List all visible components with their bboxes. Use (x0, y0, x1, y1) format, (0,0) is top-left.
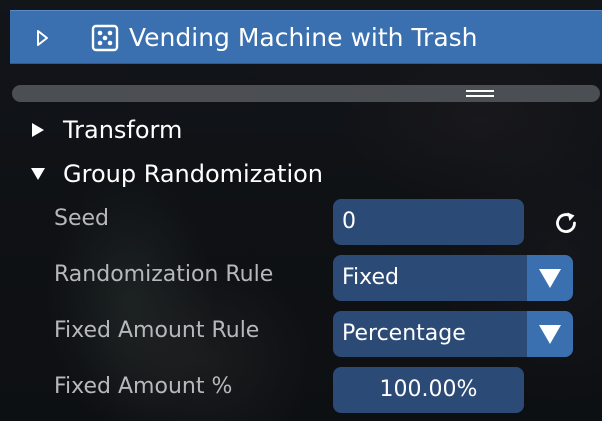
chevron-down-icon (539, 325, 561, 344)
fixed-amount-percent-field[interactable]: 100.00% (333, 367, 524, 413)
dropdown-value: Percentage (342, 321, 466, 346)
expand-triangle-icon[interactable] (36, 29, 50, 47)
dice-icon (90, 23, 120, 53)
object-title: Vending Machine with Trash (129, 23, 478, 52)
seed-field[interactable] (333, 199, 524, 245)
tree-item-label: Group Randomization (63, 160, 324, 188)
caret-right-icon[interactable] (30, 122, 46, 138)
object-header[interactable]: Vending Machine with Trash (10, 10, 602, 64)
dropdown-arrow-button[interactable] (527, 255, 573, 301)
fixed-amount-rule-dropdown[interactable]: Percentage (333, 311, 573, 357)
dropdown-arrow-button[interactable] (527, 311, 573, 357)
chevron-down-icon (539, 269, 561, 288)
tree-item-transform[interactable]: Transform (0, 110, 300, 150)
fixed-amount-percent-value[interactable]: 100.00% (333, 367, 524, 413)
tree-item-group-randomization[interactable]: Group Randomization (0, 154, 400, 194)
caret-down-icon[interactable] (30, 166, 46, 182)
panel-splitter[interactable] (12, 85, 600, 102)
drag-handle-icon[interactable] (466, 90, 494, 98)
fixed-amount-percent-label: Fixed Amount % (54, 374, 233, 399)
seed-label: Seed (54, 206, 109, 231)
refresh-icon[interactable] (552, 209, 580, 237)
fixed-amount-rule-label: Fixed Amount Rule (54, 318, 260, 343)
randomization-rule-dropdown[interactable]: Fixed (333, 255, 573, 301)
randomization-rule-label: Randomization Rule (54, 262, 274, 287)
seed-input[interactable] (342, 199, 512, 245)
dropdown-value: Fixed (342, 265, 400, 290)
tree-item-label: Transform (63, 116, 183, 144)
